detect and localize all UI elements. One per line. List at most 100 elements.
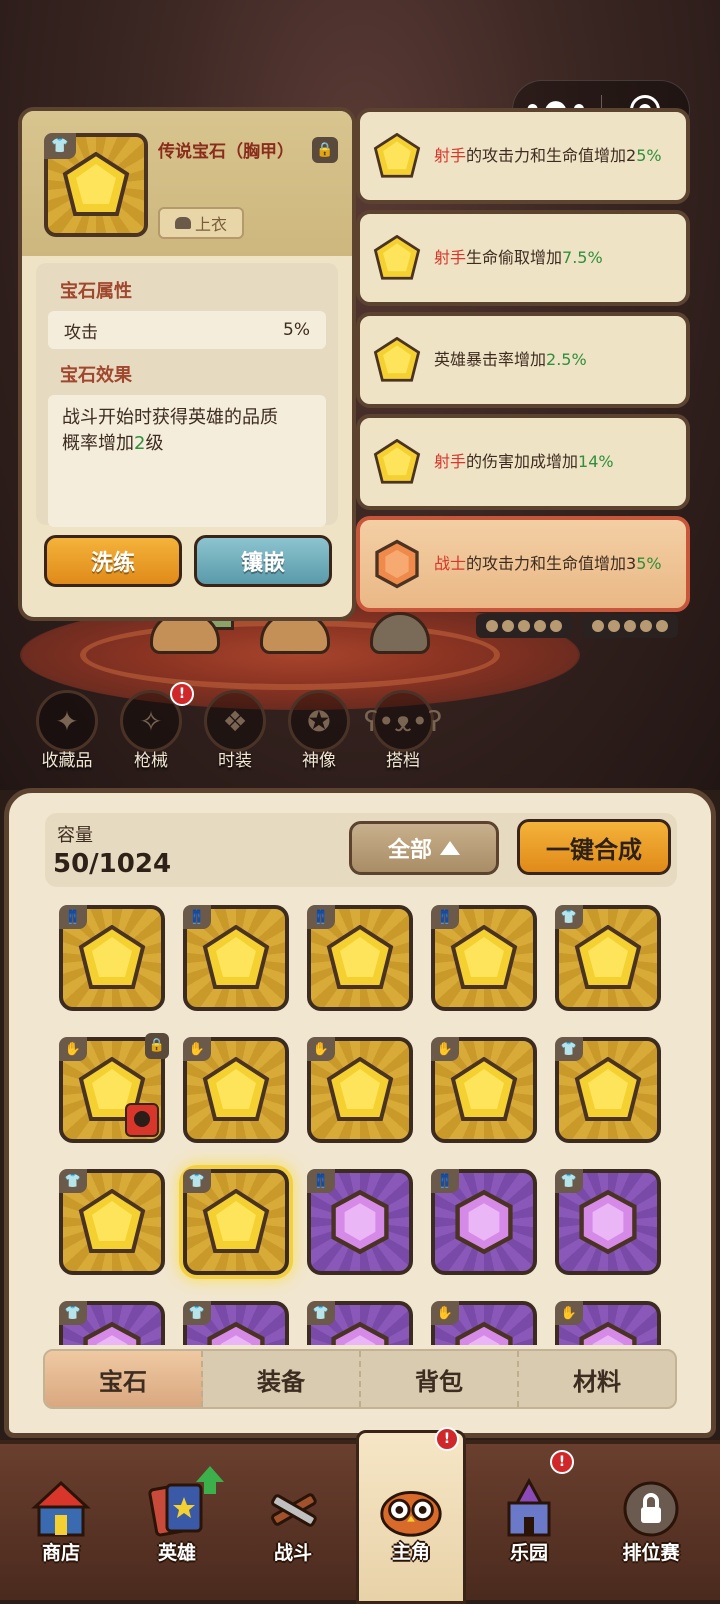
gold-gem-icon [78,1189,146,1253]
gem-slot-large: 👕 [44,133,148,237]
page-indicator [582,614,678,638]
effect-description: 战斗开始时获得英雄的品质 概率增加2级 [48,395,326,527]
armor-type-icon: 👕 [44,133,76,159]
purple-gem-slot[interactable]: ✋ [431,1301,537,1345]
effect-option[interactable]: 射手的攻击力和生命值增加25% [356,108,690,204]
gear-slot-icon: 👕 [555,905,583,929]
collectibles-icon: ✦ [36,690,98,752]
inventory-header: 容量 50/1024 全部 一键合成 [45,813,677,887]
orange-gem-icon [375,539,419,589]
gold-gem-icon [326,1057,394,1121]
slot-type-chip: 上衣 [158,207,244,239]
purple-gem-slot[interactable]: 👕 [307,1301,413,1345]
shop-tent-icon [26,1474,96,1544]
category-idol[interactable]: ✪ 神像 [284,690,354,771]
lock-icon: 🔒 [145,1033,169,1059]
gear-slot-icon: 👕 [183,1301,211,1325]
nav-shop[interactable]: 商店 [6,1474,116,1565]
one-click-merge-button[interactable]: 一键合成 [517,819,671,875]
gear-slot-icon: 👖 [431,1169,459,1193]
gear-slot-icon: ✋ [183,1037,211,1061]
purple-gem-icon [207,1321,265,1345]
gold-gem-icon [574,925,642,989]
purple-gem-icon [331,1189,389,1255]
page-indicator [476,614,572,638]
gold-gem-slot[interactable]: 👕 [183,1169,289,1275]
gold-gem-slot[interactable]: 👕 [59,1169,165,1275]
alert-badge: ! [170,682,194,706]
gold-gem-icon [450,1057,518,1121]
refine-button[interactable]: 洗练 [44,535,182,587]
gear-slot-icon: ✋ [431,1301,459,1325]
gold-gem-slot[interactable]: 👖 [183,905,289,1011]
gold-gem-icon [62,152,130,216]
purple-gem-slot[interactable]: 👕 [183,1301,289,1345]
gold-gem-slot[interactable]: ✋ [431,1037,537,1143]
effect-option[interactable]: 射手的伤害加成增加14% [356,414,690,510]
gold-gem-icon [373,133,421,178]
gear-slot-icon: 👖 [307,905,335,929]
effect-option[interactable]: 英雄暴击率增加2.5% [356,312,690,408]
nav-protagonist[interactable]: 主角 ! [356,1427,466,1604]
owl-icon [376,1473,446,1543]
gear-slot-icon: ✋ [555,1301,583,1325]
gear-slot-icon: 👕 [555,1169,583,1193]
purple-gem-slot[interactable]: 👖 [431,1169,537,1275]
equipped-hero-avatar [125,1103,159,1137]
inlay-button[interactable]: 镶嵌 [194,535,332,587]
gold-gem-slot[interactable]: ✋ [183,1037,289,1143]
purple-gem-icon [455,1321,513,1345]
purple-gem-icon [579,1189,637,1255]
tab-materials[interactable]: 材料 [519,1351,675,1407]
gold-gem-icon [373,235,421,280]
lock-icon[interactable]: 🔒 [312,137,338,163]
gold-gem-icon [202,1189,270,1253]
nav-park[interactable]: 乐园 ! [474,1450,584,1565]
purple-gem-slot[interactable]: 👕 [555,1169,661,1275]
gear-slot-icon: ✋ [307,1037,335,1061]
gold-gem-slot[interactable]: 👖 [431,905,537,1011]
tab-gems[interactable]: 宝石 [45,1351,203,1407]
tab-equipment[interactable]: 装备 [203,1351,361,1407]
gem-properties: 宝石属性 攻击 5% 宝石效果 战斗开始时获得英雄的品质 概率增加2级 [36,263,338,527]
nav-battle[interactable]: 战斗 [238,1474,348,1565]
attr-section-label: 宝石属性 [60,281,132,302]
bottom-nav: 商店 英雄 战斗 主角 ! 乐园 ! 排位赛 [0,1427,720,1604]
purple-gem-slot[interactable]: 👕 [59,1301,165,1345]
gold-gem-slot[interactable]: 👖 [307,905,413,1011]
capacity-label: 容量 [57,825,93,846]
gold-gem-slot[interactable]: 👕 [555,1037,661,1143]
category-fashion[interactable]: ❖ 时装 [200,690,270,771]
shirt-icon [174,217,191,229]
gold-gem-slot[interactable]: 👕 [555,905,661,1011]
category-firearms[interactable]: ✧ 枪械 ! [116,682,194,771]
castle-icon [494,1474,564,1544]
nav-ranked[interactable]: 排位赛 [596,1474,706,1565]
gear-slot-icon: 👖 [307,1169,335,1193]
purple-gem-icon [455,1189,513,1255]
effect-option[interactable]: 射手生命偷取增加7.5% [356,210,690,306]
gem-grid: 👖 👖 👖 👖 👕 ✋ 🔒 ✋ ✋ ✋ 👕 👕 👕 👖 👖 👕 👕 👕 👕 ✋ ✋ [59,905,679,1345]
filter-dropdown[interactable]: 全部 [349,821,499,875]
gear-slot-icon: 👕 [307,1301,335,1325]
gear-slot-icon: 👖 [431,905,459,929]
gear-slot-icon: 👕 [183,1169,211,1193]
purple-gem-slot[interactable]: ✋ [555,1301,661,1345]
gear-slot-icon: ✋ [431,1037,459,1061]
tab-backpack[interactable]: 背包 [361,1351,519,1407]
effect-option-selected[interactable]: 战士的攻击力和生命值增加35% [356,516,690,612]
gold-gem-slot[interactable]: 👖 [59,905,165,1011]
gold-gem-icon [202,1057,270,1121]
alert-badge: ! [550,1450,574,1474]
alert-badge: ! [435,1427,459,1451]
purple-gem-slot[interactable]: 👖 [307,1169,413,1275]
category-partner[interactable]: ʕ•ᴥ•ʔ 搭档 [364,690,442,771]
inventory-panel: 容量 50/1024 全部 一键合成 👖 👖 👖 👖 👕 ✋ 🔒 ✋ ✋ ✋ 👕 👕 👕 👖 👖 👕 👕 👕 👕 ✋ ✋… [4,788,716,1438]
gear-slot-icon: ✋ [59,1037,87,1061]
category-collectibles[interactable]: ✦ 收藏品 [32,690,102,771]
locked-ranked-icon [616,1474,686,1544]
gold-gem-icon [574,1057,642,1121]
gold-gem-slot[interactable]: ✋ [307,1037,413,1143]
bear-face-icon: ʕ•ᴥ•ʔ [364,690,442,752]
gold-gem-slot[interactable]: ✋ 🔒 [59,1033,169,1143]
